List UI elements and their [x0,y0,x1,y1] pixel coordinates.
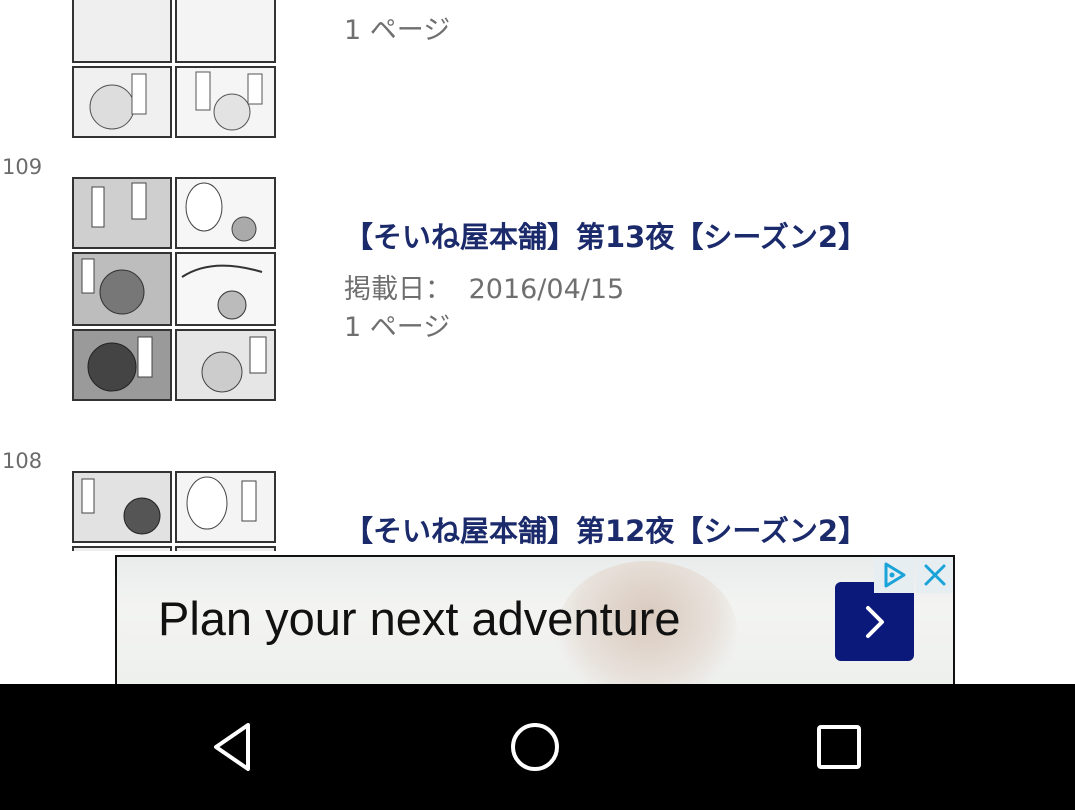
episode-page-count: 1 ページ [344,15,451,46]
episode-date: 掲載日： 2016/04/15 [344,267,624,306]
back-button[interactable] [174,684,294,810]
episode-item-109[interactable]: 109 【そいね屋本舗】第13夜【シーズン2】 掲載日： 2016/04/15 … [0,155,1075,449]
adchoices-button[interactable] [874,557,914,593]
manga-panels-icon [72,177,276,401]
manga-panels-icon [72,471,276,551]
episode-page-count: 1 ページ [344,312,451,343]
episode-item-110[interactable]: 1 ページ [0,0,1075,156]
close-icon [924,564,946,586]
episode-thumbnail[interactable] [72,471,276,551]
episode-thumbnail[interactable] [72,0,276,138]
system-navigation-bar [0,684,1075,810]
home-button[interactable] [475,684,595,810]
recents-button[interactable] [779,684,899,810]
ad-close-button[interactable] [916,557,953,593]
recents-square-icon [817,725,861,769]
episode-title[interactable]: 【そいね屋本舗】第13夜【シーズン2】 [344,214,867,256]
ad-headline[interactable]: Plan your next adventure [158,591,681,646]
date-value: 2016/04/15 [468,274,625,305]
adchoices-icon [884,562,906,588]
episode-title[interactable]: 【そいね屋本舗】第12夜【シーズン2】 [344,508,867,550]
ad-go-button[interactable] [835,582,914,661]
back-triangle-icon [214,723,250,771]
episode-thumbnail[interactable] [72,177,276,403]
episode-number: 109 [2,155,43,179]
chevron-right-icon [865,605,884,638]
date-label: 掲載日： [344,274,452,305]
ad-banner[interactable]: Plan your next adventure [115,555,955,684]
home-circle-icon [511,723,559,771]
episode-number: 108 [2,449,43,473]
manga-panels-icon [72,0,276,138]
